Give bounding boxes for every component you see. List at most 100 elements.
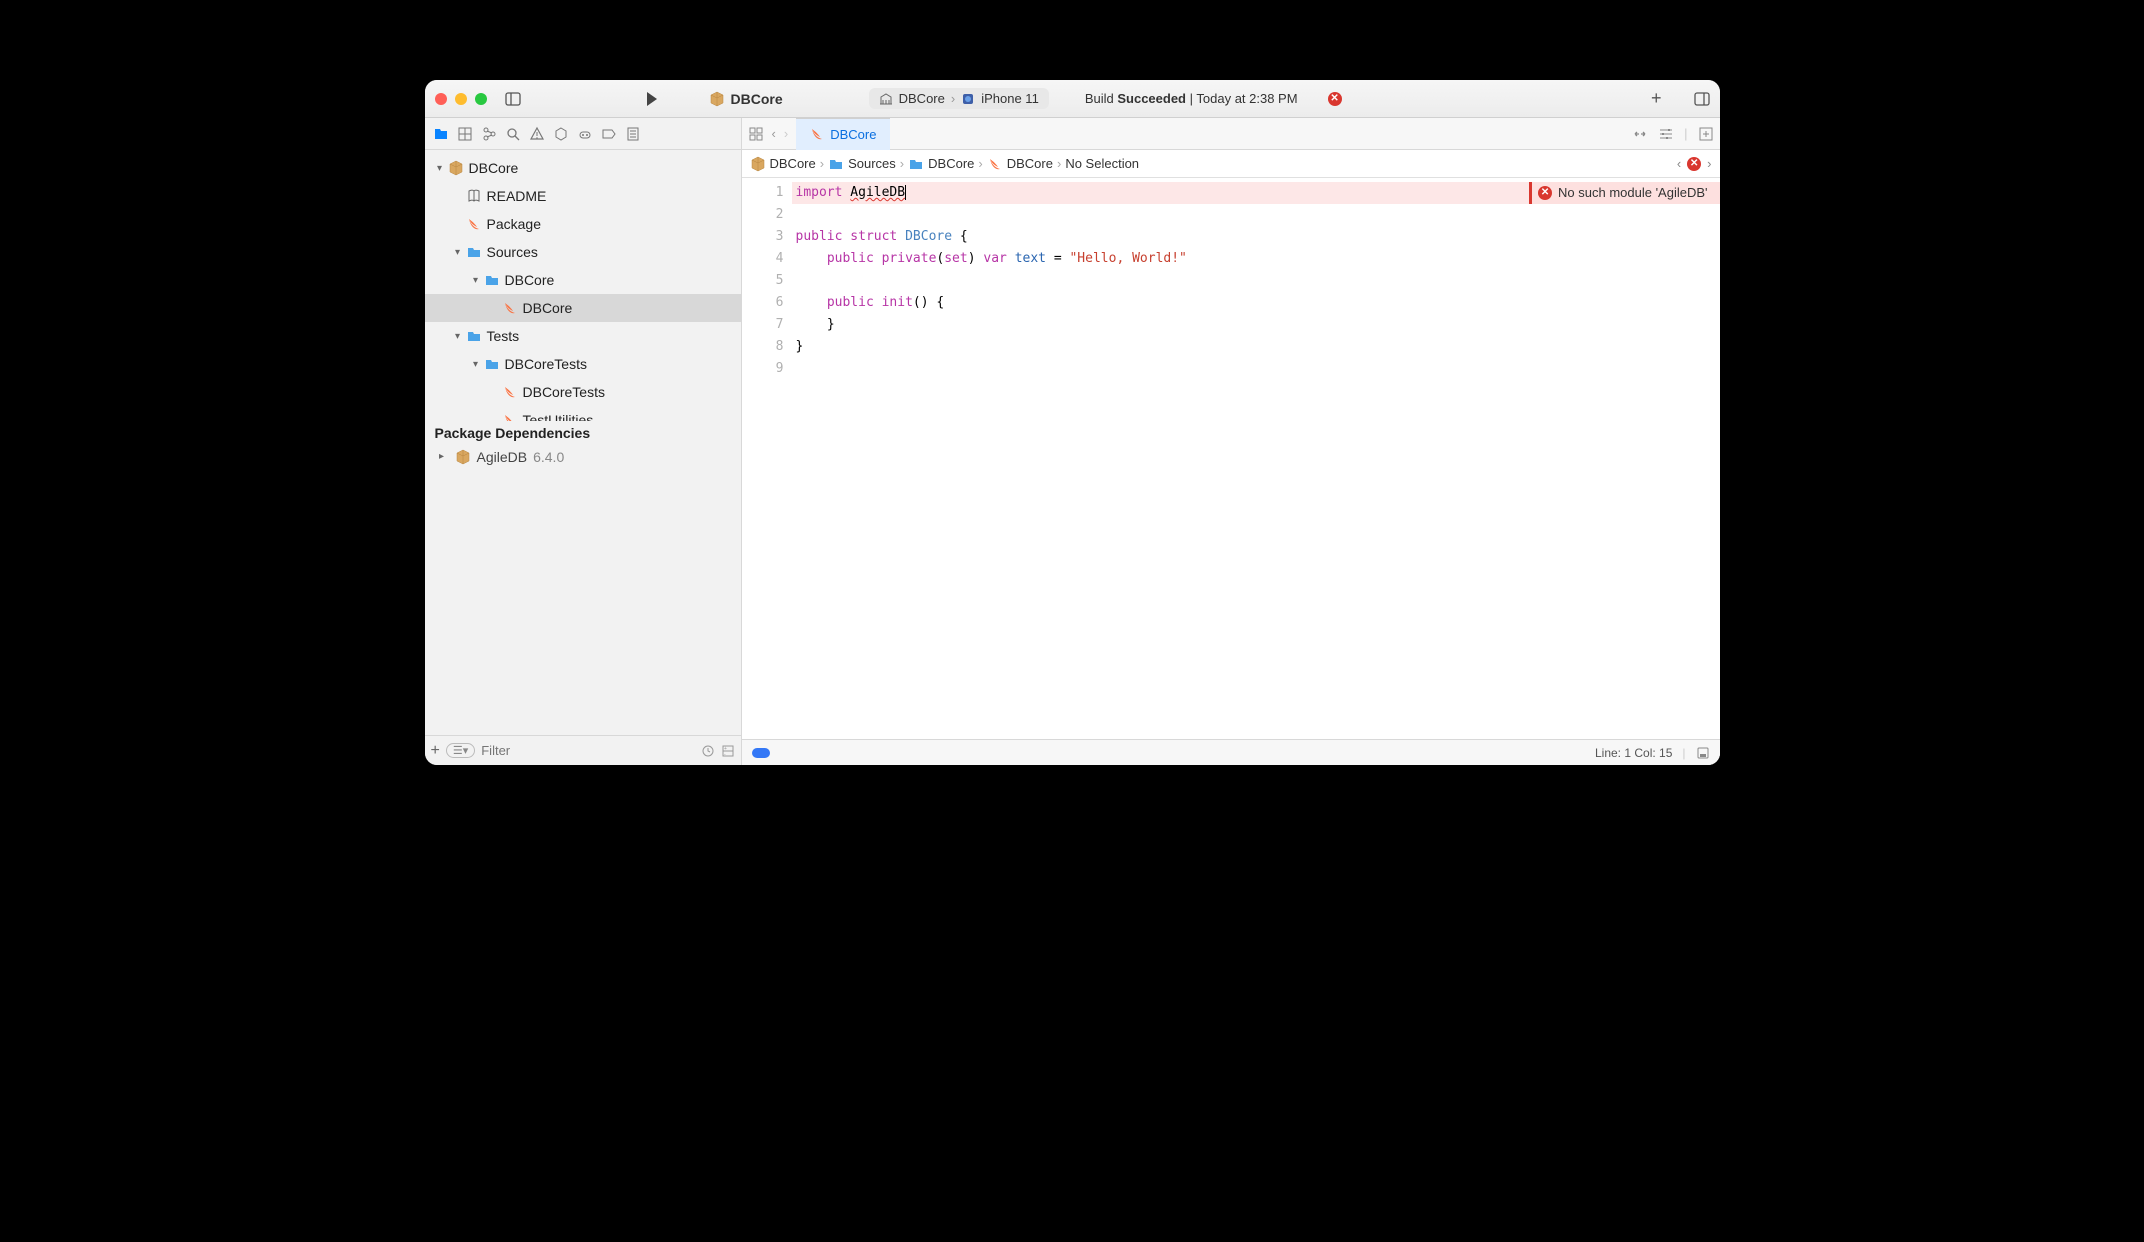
folder-icon — [483, 272, 501, 288]
error-badge-icon[interactable]: ✕ — [1687, 157, 1701, 171]
tree-item-dbcore[interactable]: ▾DBCore — [425, 266, 741, 294]
report-navigator-icon[interactable] — [625, 126, 641, 142]
jumpbar-segment[interactable]: Sources — [828, 156, 896, 172]
library-toggle-icon[interactable] — [1694, 91, 1710, 107]
folder-icon — [465, 244, 483, 260]
jump-bar[interactable]: DBCore›Sources›DBCore›DBCore›No Selectio… — [742, 150, 1720, 178]
adjust-editor-icon[interactable] — [1658, 126, 1674, 142]
tab-dbcore[interactable]: DBCore — [796, 118, 890, 150]
issue-navigator-icon[interactable] — [529, 126, 545, 142]
xcode-window: DBCore DBCore › iPhone 11 Build Succeede… — [425, 80, 1720, 765]
code-line[interactable]: public struct DBCore { — [792, 226, 1720, 248]
run-button[interactable] — [647, 92, 657, 106]
tree-item-dbcore[interactable]: ▾ DBCore — [425, 154, 741, 182]
jumpbar-segment[interactable]: DBCore — [908, 156, 974, 172]
canvas-toggle-icon[interactable] — [1696, 746, 1710, 760]
building-icon — [879, 92, 893, 106]
folder-icon — [908, 156, 924, 172]
code-line[interactable] — [792, 270, 1720, 292]
add-file-icon[interactable]: + — [431, 742, 440, 760]
add-button[interactable]: + — [1651, 88, 1662, 109]
symbol-navigator-icon[interactable] — [481, 126, 497, 142]
filter-scope-icon[interactable]: ☰▾ — [446, 743, 475, 758]
nav-forward-icon[interactable]: › — [780, 126, 792, 141]
navigator-filter-bar: + ☰▾ +- — [425, 735, 741, 765]
line-gutter: 123456789 — [742, 178, 792, 739]
package-icon — [750, 156, 766, 172]
inline-error-text: No such module 'AgileDB' — [1558, 182, 1707, 204]
jumpbar-segment[interactable]: DBCore — [750, 156, 816, 172]
swift-icon — [501, 300, 519, 316]
code-line[interactable]: public private(set) var text = "Hello, W… — [792, 248, 1720, 270]
tree-item-label: DBCoreTests — [523, 384, 605, 400]
zoom-window-button[interactable] — [475, 93, 487, 105]
source-control-navigator-icon[interactable] — [457, 126, 473, 142]
cursor-position: Line: 1 Col: 15 — [1595, 746, 1672, 760]
test-navigator-icon[interactable] — [553, 126, 569, 142]
tree-item-label: Tests — [487, 328, 520, 344]
code-line[interactable] — [792, 204, 1720, 226]
titlebar: DBCore DBCore › iPhone 11 Build Succeede… — [425, 80, 1720, 118]
minimize-window-button[interactable] — [455, 93, 467, 105]
next-issue-icon[interactable]: › — [1707, 156, 1711, 171]
code-review-icon[interactable] — [1632, 126, 1648, 142]
debug-bar-toggle[interactable] — [752, 748, 770, 758]
jumpbar-segment[interactable]: No Selection — [1065, 156, 1139, 171]
close-window-button[interactable] — [435, 93, 447, 105]
swift-file-icon — [810, 127, 824, 141]
tree-item-label: TestUtilities — [523, 412, 594, 421]
project-tree[interactable]: ▾DBCore README Package▾Sources▾DBCore DB… — [425, 150, 741, 421]
code-line[interactable]: } — [792, 336, 1720, 358]
error-indicator-icon[interactable]: ✕ — [1328, 92, 1342, 106]
filter-input[interactable] — [481, 743, 694, 758]
navigator-selector-bar — [425, 118, 741, 150]
disclosure-icon[interactable] — [487, 387, 501, 398]
package-icon — [447, 160, 465, 176]
tree-item-testutilities[interactable]: TestUtilities — [425, 406, 741, 421]
sidebar-toggle-icon[interactable] — [505, 91, 521, 107]
window-controls — [435, 93, 487, 105]
prev-issue-icon[interactable]: ‹ — [1677, 156, 1681, 171]
jumpbar-segment[interactable]: DBCore — [987, 156, 1053, 172]
scm-filter-icon[interactable]: +- — [721, 744, 735, 758]
disclosure-icon[interactable]: ▾ — [469, 359, 483, 370]
code-line[interactable] — [792, 358, 1720, 380]
source-editor[interactable]: 123456789 ✕ No such module 'AgileDB' imp… — [742, 178, 1720, 739]
disclosure-icon[interactable]: ▾ — [451, 247, 465, 258]
disclosure-icon[interactable]: ▾ — [451, 331, 465, 342]
dependency-agiledb[interactable]: ▸AgileDB 6.4.0 — [425, 445, 741, 469]
find-navigator-icon[interactable] — [505, 126, 521, 142]
nav-back-icon[interactable]: ‹ — [768, 126, 780, 141]
code-line[interactable]: public init() { — [792, 292, 1720, 314]
tree-item-dbcore[interactable]: DBCore — [425, 294, 741, 322]
disclosure-icon[interactable] — [451, 219, 465, 230]
disclosure-icon[interactable] — [487, 303, 501, 314]
scheme-selector[interactable]: DBCore › iPhone 11 — [869, 88, 1049, 109]
disclosure-icon[interactable]: ▾ — [433, 163, 447, 174]
recent-filter-icon[interactable] — [701, 744, 715, 758]
inline-error-banner[interactable]: ✕ No such module 'AgileDB' — [1529, 182, 1719, 204]
deps-header: Package Dependencies — [425, 421, 741, 445]
tree-item-readme[interactable]: README — [425, 182, 741, 210]
code-line[interactable]: } — [792, 314, 1720, 336]
disclosure-icon[interactable]: ▾ — [469, 275, 483, 286]
tree-item-package[interactable]: Package — [425, 210, 741, 238]
tree-item-dbcoretests[interactable]: DBCoreTests — [425, 378, 741, 406]
add-editor-icon[interactable] — [1698, 126, 1714, 142]
tree-item-sources[interactable]: ▾Sources — [425, 238, 741, 266]
related-items-icon[interactable] — [748, 126, 764, 142]
build-status[interactable]: Build Succeeded | Today at 2:38 PM — [1085, 91, 1298, 106]
tree-item-tests[interactable]: ▾ Tests — [425, 322, 741, 350]
tree-item-label: DBCore — [469, 160, 519, 176]
tree-item-label: Package — [487, 216, 541, 232]
breakpoint-navigator-icon[interactable] — [601, 126, 617, 142]
tree-item-dbcoretests[interactable]: ▾DBCoreTests — [425, 350, 741, 378]
disclosure-icon[interactable] — [451, 191, 465, 202]
swift-icon — [501, 412, 519, 421]
folder-icon — [465, 328, 483, 344]
disclosure-icon[interactable]: ▸ — [435, 451, 449, 462]
swift-icon — [501, 384, 519, 400]
swift-icon — [465, 216, 483, 232]
debug-navigator-icon[interactable] — [577, 126, 593, 142]
project-navigator-icon[interactable] — [433, 126, 449, 142]
